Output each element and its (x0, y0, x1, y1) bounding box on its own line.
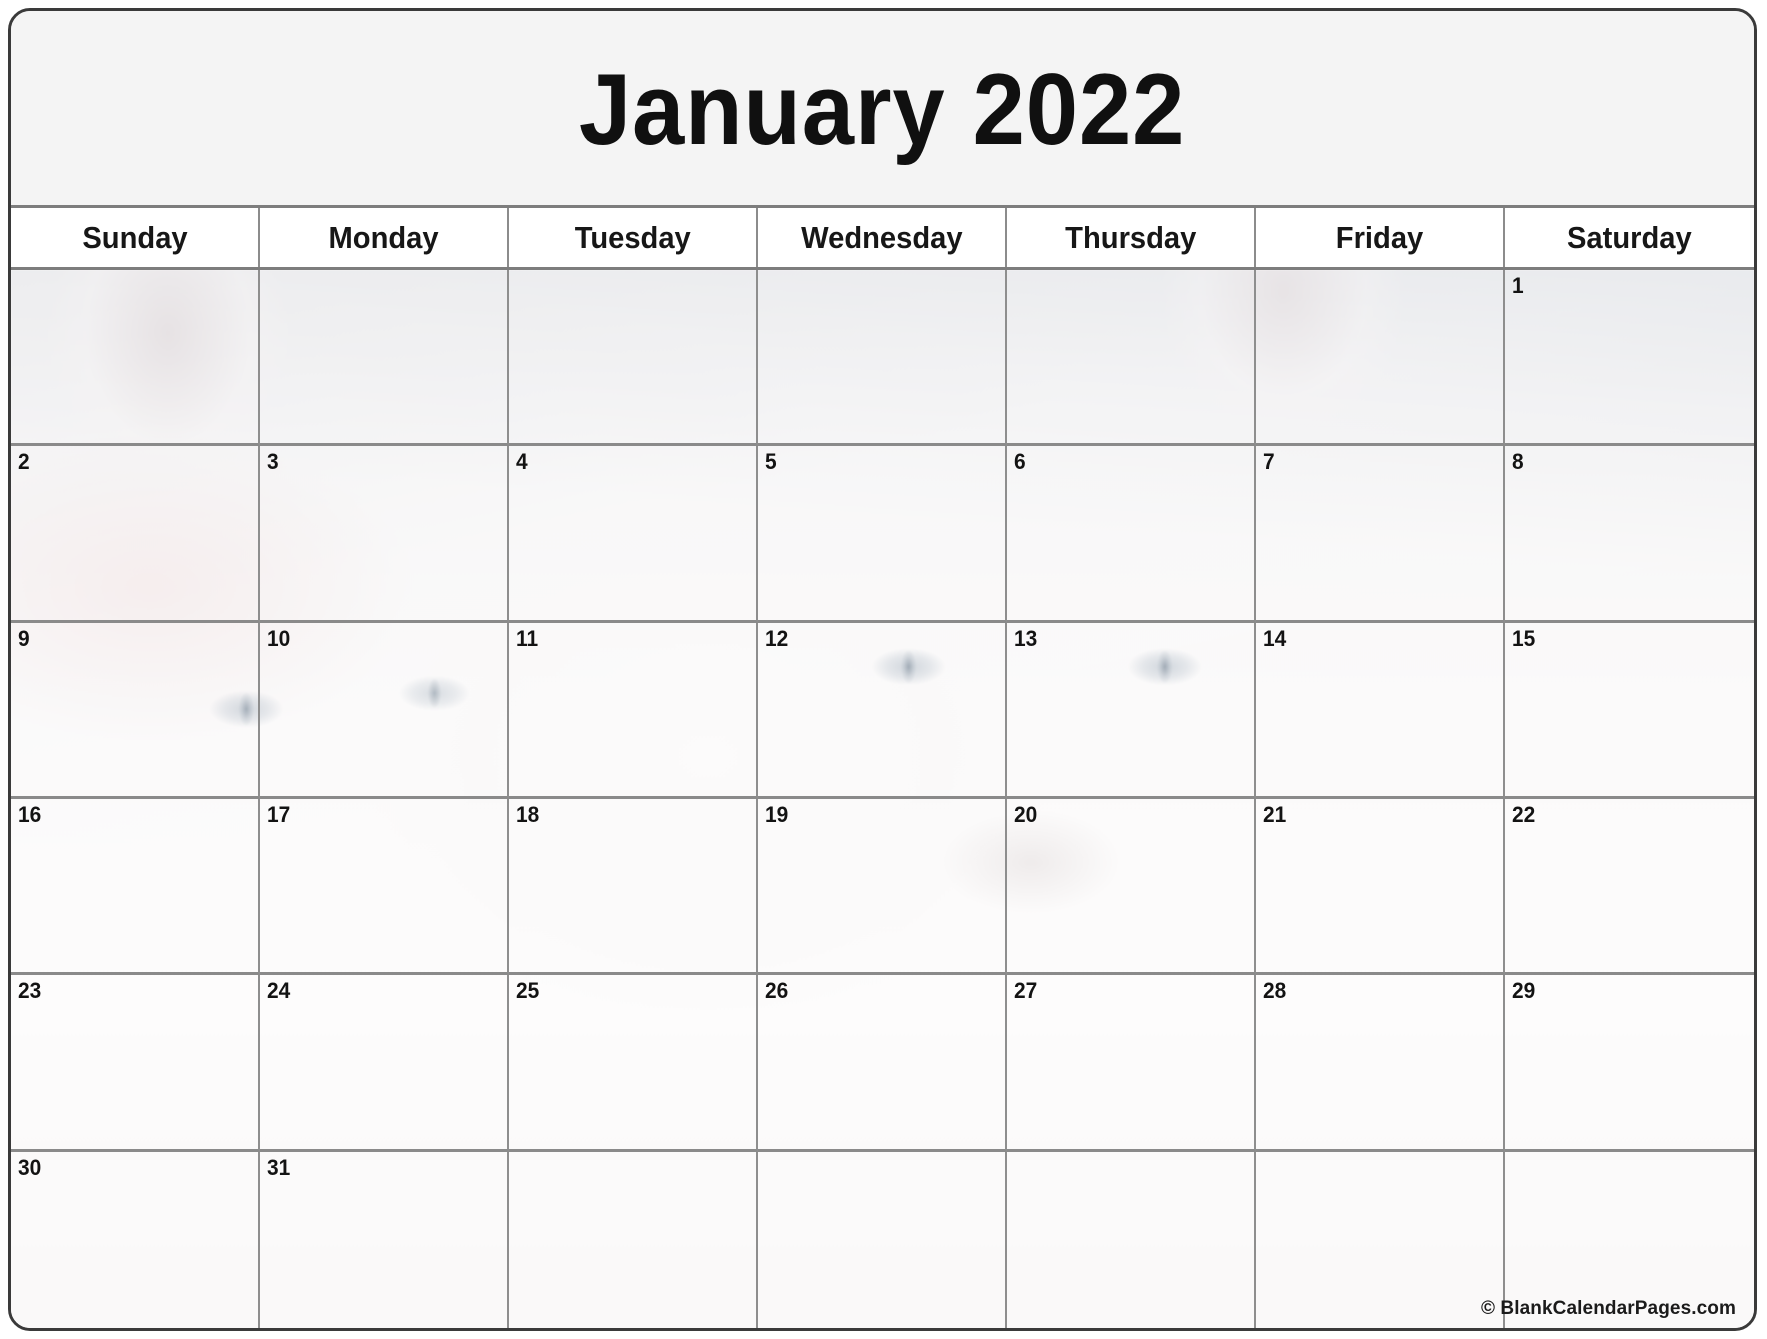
day-number: 20 (1014, 801, 1038, 827)
day-cell[interactable]: 17 (260, 798, 509, 976)
day-cell[interactable]: 22 (1505, 799, 1754, 976)
day-cell[interactable]: 1 (1505, 270, 1754, 447)
date-grid: 1 2 3 4 5 6 7 8 9 10 11 12 13 14 15 16 1… (11, 270, 1754, 1328)
day-number: 8 (1512, 449, 1524, 475)
day-number: 4 (516, 449, 528, 475)
day-cell[interactable]: 30 (11, 1151, 260, 1328)
calendar-frame: January 2022 Sunday Monday Tuesday Wedne… (8, 8, 1757, 1331)
page-title: January 2022 (579, 53, 1186, 166)
day-cell[interactable]: 28 (1256, 975, 1505, 1152)
day-cell[interactable]: 21 (1256, 798, 1505, 976)
day-number: 11 (516, 625, 539, 651)
calendar-grid: 1 2 3 4 5 6 7 8 9 10 11 12 13 14 15 16 1… (11, 270, 1754, 1328)
day-cell[interactable] (1007, 270, 1256, 447)
day-cell[interactable] (1256, 270, 1505, 447)
weekday-header-wednesday: Wednesday (758, 208, 1007, 267)
weekday-header-saturday: Saturday (1505, 208, 1754, 267)
weekday-label: Wednesday (800, 219, 963, 255)
day-cell[interactable]: 11 (509, 622, 758, 799)
day-cell[interactable]: 31 (260, 1151, 509, 1328)
day-cell[interactable]: 29 (1505, 975, 1754, 1152)
day-cell[interactable]: 10 (260, 622, 509, 799)
day-cell[interactable] (260, 270, 509, 447)
day-cell[interactable]: 25 (509, 975, 758, 1152)
day-number: 30 (18, 1154, 42, 1180)
day-cell[interactable] (758, 1151, 1007, 1328)
day-number: 29 (1512, 978, 1536, 1004)
day-cell[interactable]: 20 (1007, 798, 1256, 976)
day-cell[interactable] (509, 270, 758, 447)
day-number: 23 (18, 978, 42, 1004)
day-number: 25 (516, 978, 540, 1004)
day-cell[interactable]: 19 (758, 798, 1007, 976)
day-number: 31 (267, 1154, 291, 1180)
day-cell[interactable]: 27 (1007, 975, 1256, 1152)
day-cell[interactable] (509, 1151, 758, 1328)
day-cell[interactable]: 4 (509, 446, 758, 623)
day-number: 6 (1014, 449, 1026, 475)
day-cell[interactable]: 12 (758, 622, 1007, 799)
day-cell[interactable] (758, 270, 1007, 447)
day-number: 10 (267, 625, 291, 651)
day-number: 24 (267, 978, 291, 1004)
day-cell[interactable]: 7 (1256, 446, 1505, 623)
day-number: 14 (1263, 625, 1287, 651)
calendar-page: January 2022 Sunday Monday Tuesday Wedne… (0, 0, 1767, 1339)
day-number: 17 (267, 801, 291, 827)
weekday-label: Monday (328, 219, 439, 255)
weekday-label: Friday (1335, 219, 1424, 255)
day-cell[interactable]: 6 (1007, 446, 1256, 623)
weekday-label: Tuesday (574, 219, 691, 255)
day-number: 19 (765, 801, 789, 827)
day-cell[interactable]: 3 (260, 446, 509, 623)
day-cell[interactable]: 2 (11, 446, 260, 623)
day-number: 16 (18, 801, 42, 827)
day-cell[interactable]: 8 (1505, 446, 1754, 623)
weekday-header-thursday: Thursday (1007, 208, 1256, 267)
calendar-title-bar: January 2022 (11, 11, 1754, 208)
day-number: 22 (1512, 801, 1536, 827)
weekday-header-sunday: Sunday (11, 208, 260, 267)
weekday-header-friday: Friday (1256, 208, 1505, 267)
weekday-label: Saturday (1567, 219, 1692, 255)
day-cell[interactable]: 13 (1007, 622, 1256, 799)
day-number: 3 (267, 449, 279, 475)
weekday-header-monday: Monday (260, 208, 509, 267)
day-number: 5 (765, 449, 777, 475)
day-cell[interactable]: 26 (758, 975, 1007, 1152)
day-cell[interactable]: 15 (1505, 623, 1754, 799)
day-cell[interactable]: 18 (509, 798, 758, 976)
day-cell[interactable]: 23 (11, 975, 260, 1152)
day-number: 7 (1263, 449, 1275, 475)
day-cell[interactable]: 14 (1256, 622, 1505, 799)
day-number: 28 (1263, 978, 1287, 1004)
day-number: 15 (1512, 625, 1536, 651)
day-cell[interactable] (1256, 1151, 1505, 1328)
day-number: 26 (765, 978, 789, 1004)
day-cell[interactable]: 5 (758, 446, 1007, 623)
day-number: 27 (1014, 978, 1038, 1004)
day-number: 12 (765, 625, 789, 651)
day-cell[interactable]: 16 (11, 798, 260, 976)
day-number: 1 (1512, 273, 1524, 298)
day-number: 2 (18, 449, 30, 475)
day-cell[interactable]: 9 (11, 622, 260, 799)
weekday-header-row: Sunday Monday Tuesday Wednesday Thursday… (11, 208, 1754, 270)
day-cell[interactable] (1007, 1151, 1256, 1328)
weekday-header-tuesday: Tuesday (509, 208, 758, 267)
day-cell[interactable]: 24 (260, 975, 509, 1152)
day-number: 9 (18, 625, 30, 651)
weekday-label: Sunday (81, 219, 188, 255)
day-cell[interactable] (11, 270, 260, 447)
weekday-label: Thursday (1064, 219, 1197, 255)
day-number: 18 (516, 801, 540, 827)
day-number: 21 (1263, 801, 1287, 827)
day-number: 13 (1014, 625, 1038, 651)
copyright-credit: © BlankCalendarPages.com (1480, 1298, 1736, 1319)
